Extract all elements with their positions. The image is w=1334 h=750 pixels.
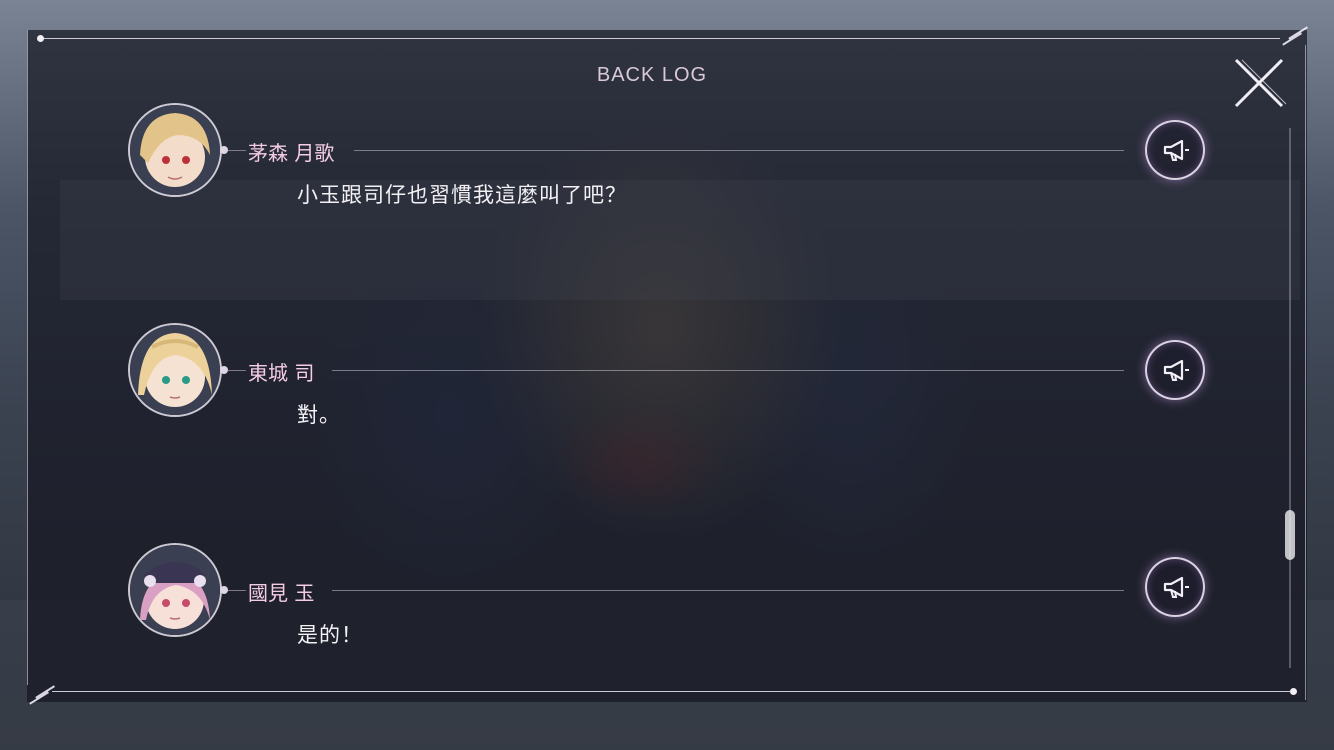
speaker-name: 國見 玉: [248, 581, 315, 605]
speaker-name: 茅森 月歌: [248, 141, 335, 165]
entry-divider-line: [332, 590, 1124, 591]
entry-divider-line: [354, 150, 1124, 151]
megaphone-icon: [1163, 576, 1189, 598]
character-avatar: [128, 103, 222, 197]
backlog-entry: 茅森 月歌 小玉跟司仔也習慣我這麼叫了吧？: [0, 95, 1334, 207]
scrollbar-thumb[interactable]: [1285, 510, 1295, 560]
name-connector-line: [228, 150, 246, 151]
voice-replay-button[interactable]: [1145, 340, 1205, 400]
name-connector-line: [228, 590, 246, 591]
megaphone-icon: [1163, 139, 1189, 161]
name-connector-line: [228, 370, 246, 371]
frame-bottom-line: [52, 691, 1295, 692]
dialogue-text: 小玉跟司仔也習慣我這麼叫了吧？: [297, 183, 627, 207]
frame-corner-dot: [1290, 688, 1297, 695]
frame-corner-dot: [37, 35, 44, 42]
name-connector-dot: [220, 586, 228, 594]
megaphone-icon: [1163, 359, 1189, 381]
backlog-entry: 東城 司 對。: [0, 315, 1334, 427]
voice-replay-button[interactable]: [1145, 120, 1205, 180]
name-connector-dot: [220, 146, 228, 154]
entry-divider-line: [332, 370, 1124, 371]
scrollbar-track[interactable]: [1289, 128, 1291, 668]
backlog-entry: 國見 玉 是的！: [0, 535, 1334, 647]
dialogue-text: 對。: [297, 403, 341, 427]
dialogue-text: 是的！: [297, 623, 363, 647]
character-avatar: [128, 323, 222, 417]
backlog-title: BACK LOG: [596, 64, 708, 86]
frame-top-line: [40, 38, 1280, 39]
speaker-name: 東城 司: [248, 361, 315, 385]
name-connector-dot: [220, 366, 228, 374]
character-avatar: [128, 543, 222, 637]
voice-replay-button[interactable]: [1145, 557, 1205, 617]
